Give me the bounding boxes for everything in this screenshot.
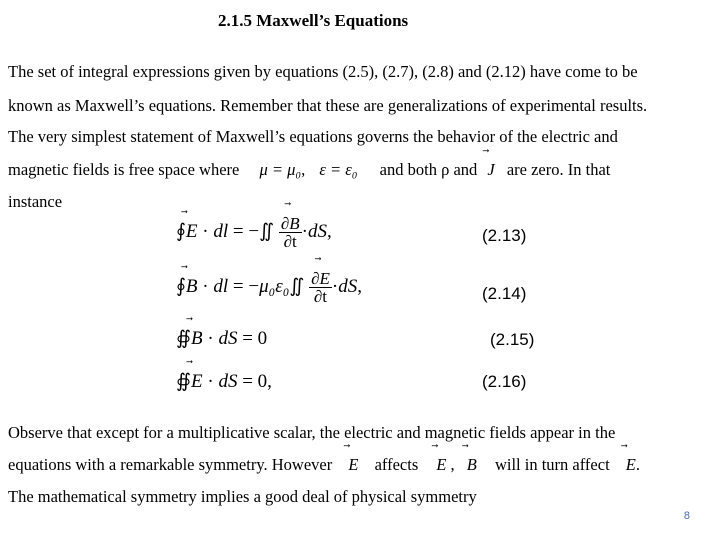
dS: dS xyxy=(338,275,358,297)
text: affects xyxy=(374,455,419,474)
closed-surface-integral-symbol: ∯ xyxy=(176,371,191,392)
comma: , xyxy=(267,371,272,392)
surface-integral-symbol: ∬ xyxy=(289,275,305,297)
vector-E: E xyxy=(191,371,203,393)
partial-fraction: ∂E∂t xyxy=(309,270,332,305)
text: and both ρ and xyxy=(379,160,478,179)
comma: , xyxy=(301,160,306,179)
partial-t: ∂t xyxy=(313,287,328,306)
eps-equals-eps0: ε = ε₀ xyxy=(319,160,358,179)
dot: · xyxy=(207,371,214,392)
vector-B: B xyxy=(467,455,477,475)
page-number: 8 xyxy=(683,510,690,522)
vector-E: E xyxy=(186,221,198,243)
contour-integral-symbol: ∮ xyxy=(176,275,186,297)
vector-B: B xyxy=(289,215,299,232)
paragraph-line: magnetic fields is free space where μ = … xyxy=(8,160,610,180)
text: will in turn affect xyxy=(494,455,610,474)
paragraph-line: equations with a remarkable symmetry. Ho… xyxy=(8,455,640,475)
vector-E: E xyxy=(348,455,358,475)
equation-2-13: ∮E · dl = −∬ ∂B∂t·dS, xyxy=(176,215,332,250)
dot: · xyxy=(202,220,209,242)
equation-2-15: ∯B · dS = 0 xyxy=(176,327,267,350)
partial: ∂ xyxy=(280,214,290,233)
dot: · xyxy=(202,275,209,297)
comma: , xyxy=(450,455,455,474)
vector-E: E xyxy=(436,455,446,475)
equals: = xyxy=(232,275,244,297)
paragraph-line: Observe that except for a multiplicative… xyxy=(8,423,616,442)
vector-E: E xyxy=(319,270,329,287)
text: magnetic fields is free space where xyxy=(8,160,240,179)
dl: dl xyxy=(213,275,229,297)
vector-B: B xyxy=(191,328,203,350)
current-density-J: J xyxy=(487,160,494,180)
closed-surface-integral-symbol: ∯ xyxy=(176,328,191,349)
zero: 0 xyxy=(257,328,268,349)
comma: , xyxy=(326,220,332,242)
equals: = xyxy=(242,328,253,349)
dS: dS xyxy=(307,220,327,242)
equation-number: (2.13) xyxy=(482,226,527,245)
dl: dl xyxy=(213,220,229,242)
dot: · xyxy=(207,328,214,349)
contour-integral-symbol: ∮ xyxy=(176,220,186,242)
mu0-eps0: μ₀ε₀ xyxy=(259,275,290,297)
vector-E: E xyxy=(626,455,636,475)
paragraph-line: The mathematical symmetry implies a good… xyxy=(8,487,477,506)
vector-B: B xyxy=(186,276,198,298)
paragraph-line: The set of integral expressions given by… xyxy=(8,62,638,81)
text: equations with a remarkable symmetry. Ho… xyxy=(8,455,333,474)
zero: 0 xyxy=(257,371,268,392)
equation-2-14: ∮B · dl = −μ₀ε₀∬ ∂E∂t·dS, xyxy=(176,270,362,305)
equation-number: (2.14) xyxy=(482,284,527,303)
partial-fraction: ∂B∂t xyxy=(278,214,302,251)
equals: = xyxy=(232,220,244,242)
surface-integral-symbol: ∬ xyxy=(259,220,275,242)
partial-t: ∂t xyxy=(283,232,297,251)
dS: dS xyxy=(218,371,238,392)
minus: − xyxy=(248,275,260,297)
equation-2-16: ∯E · dS = 0, xyxy=(176,370,272,393)
paragraph-line: The very simplest statement of Maxwell’s… xyxy=(8,127,618,146)
mu-equals-mu0: μ = μ₀ xyxy=(259,160,302,179)
paragraph-line: known as Maxwell’s equations. Remember t… xyxy=(8,96,648,115)
equals: = xyxy=(242,371,253,392)
equation-number: (2.15) xyxy=(490,330,535,349)
paragraph-line: instance xyxy=(8,192,63,211)
equation-number: (2.16) xyxy=(482,372,527,391)
text: are zero. In that xyxy=(506,160,611,179)
dS: dS xyxy=(218,328,238,349)
minus: − xyxy=(248,220,260,242)
period: . xyxy=(635,455,640,474)
comma: , xyxy=(357,275,362,297)
section-title: 2.1.5 Maxwell’s Equations xyxy=(218,11,409,30)
